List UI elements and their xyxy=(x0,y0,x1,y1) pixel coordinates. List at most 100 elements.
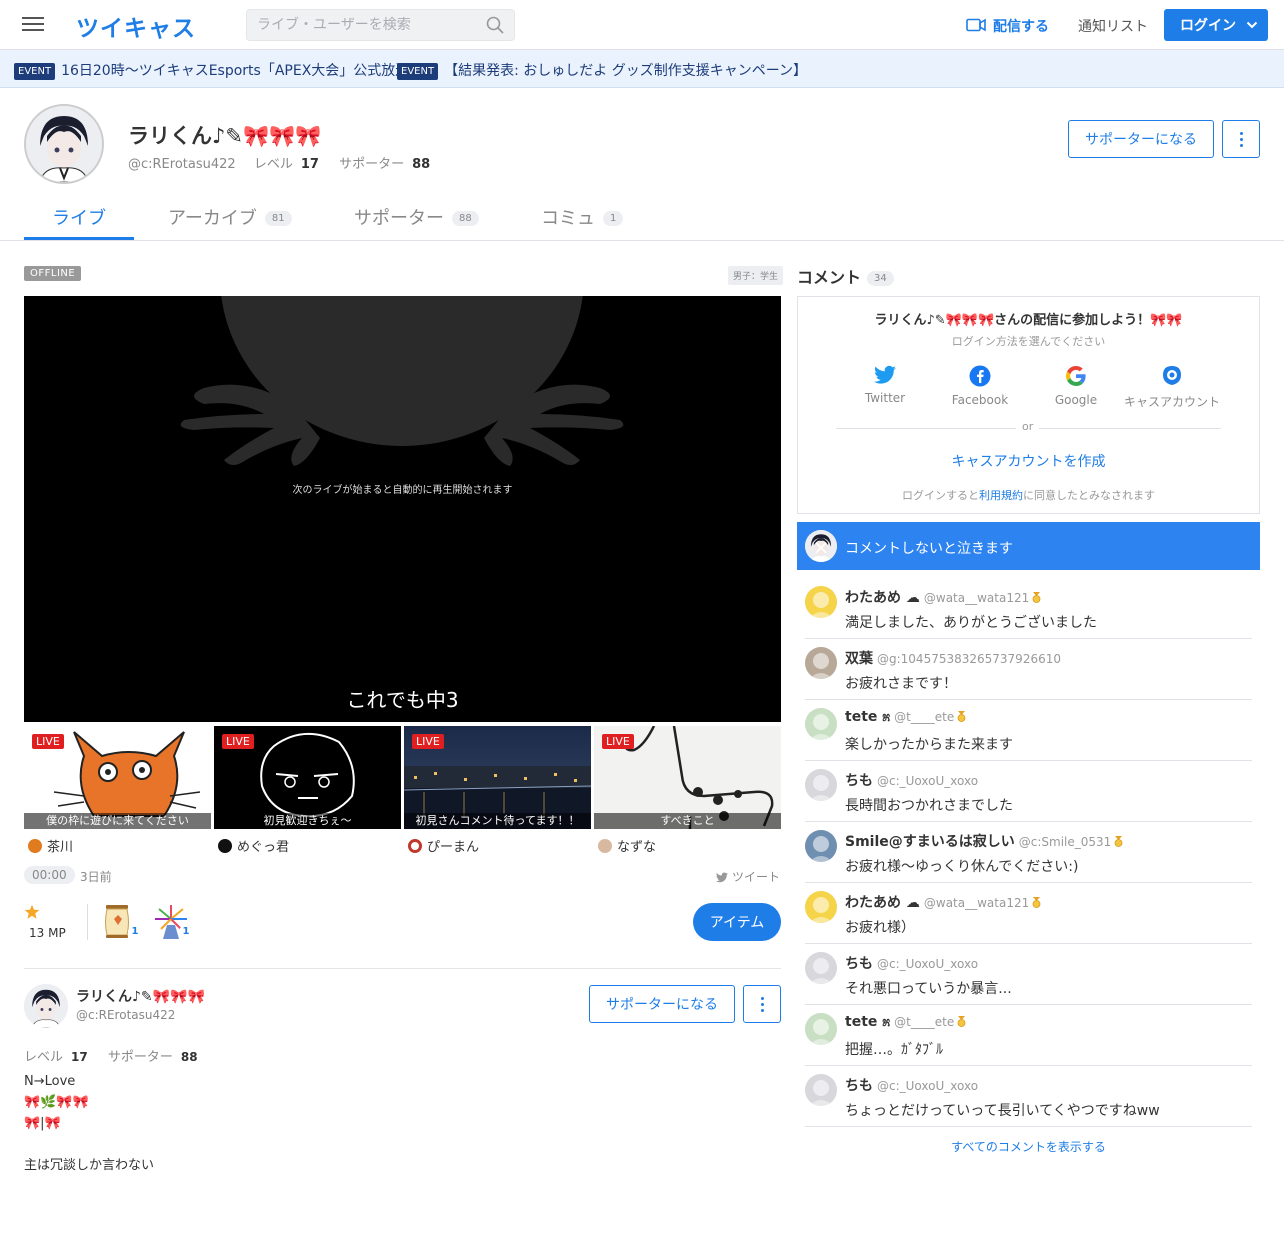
thumb-user[interactable]: 茶川 xyxy=(28,836,73,855)
tab-community[interactable]: コミュ 1 xyxy=(541,204,624,230)
become-supporter-button-secondary[interactable]: サポーターになる xyxy=(589,985,735,1023)
comment-item: ちも @c:_UoxoU_xoxo ちょっとだけっていって長引いてくやつですねww xyxy=(805,1066,1252,1127)
video-player[interactable]: 次のライブが始まると自動的に再生開始されます これでも中3 xyxy=(24,296,781,722)
commenter-avatar[interactable] xyxy=(805,891,837,923)
commenter-name[interactable]: ちも @c:_UoxoU_xoxo xyxy=(845,770,978,790)
live-thumb[interactable]: LIVE 僕の枠に遊びに来てください 茶川 xyxy=(24,726,211,856)
show-all-comments-link[interactable]: すべてのコメントを表示する xyxy=(797,1138,1260,1155)
event-text: 16日20時〜ツイキャスEsports「APEX大会」公式放送 xyxy=(61,63,410,79)
commenter-name[interactable]: わたあめ ☁ @wata__wata121 xyxy=(845,892,1041,912)
commenter-name[interactable]: Smile@すまいるは寂しい @c:Smile_0531 xyxy=(845,831,1123,851)
star-icon xyxy=(24,904,40,919)
tab-supporters[interactable]: サポーター 88 xyxy=(354,204,479,230)
fireworks-item-icon[interactable]: 1 xyxy=(153,903,193,939)
google-login-button[interactable]: Google xyxy=(1021,365,1131,407)
supporter-label: サポーター xyxy=(339,157,405,172)
site-logo[interactable]: ツイキャス xyxy=(76,9,196,43)
menu-icon[interactable] xyxy=(22,14,44,36)
notification-list-link[interactable]: 通知リスト xyxy=(1078,16,1148,36)
commenter-id: @wata__wata121 xyxy=(923,591,1030,605)
tab-archive[interactable]: アーカイブ 81 xyxy=(168,204,292,230)
live-thumb[interactable]: LIVE 初見歓迎きちぇ〜 めぐっ君 xyxy=(214,726,401,856)
commenter-avatar[interactable] xyxy=(805,1074,837,1106)
user-avatar-icon xyxy=(598,839,612,853)
medal-icon xyxy=(1114,836,1123,847)
tab-count: 1 xyxy=(603,211,624,226)
facebook-login-button[interactable]: Facebook xyxy=(925,365,1035,407)
event-badge: EVENT xyxy=(397,63,439,80)
active-tab-indicator xyxy=(24,237,134,240)
comment-item: わたあめ ☁ @wata__wata121 お疲れ様） xyxy=(805,883,1252,944)
commenter-name[interactable]: ちも @c:_UoxoU_xoxo xyxy=(845,1075,978,1095)
become-supporter-button[interactable]: サポーターになる xyxy=(1068,120,1214,158)
commenter-id: @t____ete xyxy=(894,710,955,724)
level-value: 17 xyxy=(300,157,319,172)
event-link-2[interactable]: EVENT 【結果発表: おしゅしだよ グッズ制作支援キャンペーン】 xyxy=(397,60,807,80)
thumb-user[interactable]: ぴーまん xyxy=(408,836,479,855)
commenter-name[interactable]: 双葉 @g:104575383265737926610 xyxy=(845,648,1061,668)
category-badge[interactable]: 男子：学生 xyxy=(728,266,784,285)
login-prompt-title: ラリくん♪✎🎀🎀🎀さんの配信に参加しよう！🎀🎀 xyxy=(874,313,1183,328)
twitter-icon xyxy=(716,872,728,883)
kebab-icon xyxy=(761,997,764,1015)
search-icon[interactable] xyxy=(486,16,504,34)
supporter-count: 88 xyxy=(180,1050,198,1064)
tweet-button[interactable]: ツイート xyxy=(716,868,780,885)
twitter-login-button[interactable]: Twitter xyxy=(830,365,940,405)
commenter-name[interactable]: tete ೫ @t____ete xyxy=(845,709,966,725)
commenter-name[interactable]: わたあめ ☁ @wata__wata121 xyxy=(845,587,1041,607)
commenter-id: @c:_UoxoU_xoxo xyxy=(877,774,979,788)
commenter-avatar[interactable] xyxy=(805,708,837,740)
commenter-avatar[interactable] xyxy=(805,647,837,679)
commenter-avatar[interactable] xyxy=(805,769,837,801)
live-thumb[interactable]: LIVE 初見さんコメント待ってます！！ ぴーまん xyxy=(404,726,591,856)
search-box[interactable] xyxy=(246,9,515,41)
commenter-avatar[interactable] xyxy=(805,830,837,862)
commenter-id: @c:_UoxoU_xoxo xyxy=(877,957,979,971)
profile-meta: @c:RErotasu422 レベル 17 サポーター 88 xyxy=(128,153,446,172)
commenter-avatar[interactable] xyxy=(805,586,837,618)
thumb-title: 初見さんコメント待ってます！！ xyxy=(404,813,591,829)
search-input[interactable] xyxy=(247,10,477,40)
medal-icon xyxy=(957,1016,966,1027)
login-prompt-subtitle: ログイン方法を選んでください xyxy=(951,335,1106,348)
stream-duration: 00:00 xyxy=(24,866,75,884)
commenter-name[interactable]: tete ೫ @t____ete xyxy=(845,1014,966,1030)
profile-avatar-small[interactable] xyxy=(24,984,68,1028)
bio-line: N→Love xyxy=(24,1074,76,1089)
commenter-avatar[interactable] xyxy=(805,952,837,984)
commenter-name[interactable]: ちも @c:_UoxoU_xoxo xyxy=(845,953,978,973)
live-thumb[interactable]: LIVE すべきこと なずな xyxy=(594,726,781,856)
pinned-comment: コメントしないと泣きます xyxy=(797,522,1260,570)
comment-text: それ悪口っていうか暴言... xyxy=(845,981,1012,997)
terms-link[interactable]: 利用規約 xyxy=(979,489,1023,502)
twitcasting-account-login-button[interactable]: キャスアカウント xyxy=(1117,365,1227,410)
profile-name-secondary: ラリくん♪✎🎀🎀🎀 xyxy=(76,989,205,1005)
thumb-user[interactable]: なずな xyxy=(598,836,656,855)
comment-text: ちょっとだけっていって長引いてくやつですねww xyxy=(845,1103,1160,1119)
create-account-link[interactable]: キャスアカウントを作成 xyxy=(798,451,1259,471)
more-options-button[interactable] xyxy=(1222,120,1260,158)
profile-id: @c:RErotasu422 xyxy=(128,157,236,172)
commenter-avatar[interactable] xyxy=(805,1013,837,1045)
item-button[interactable]: アイテム xyxy=(693,903,781,941)
comment-text: 把握…。ｶﾞﾀﾌﾞﾙ xyxy=(845,1042,943,1058)
event-link-1[interactable]: EVENT 16日20時〜ツイキャスEsports「APEX大会」公式放送 xyxy=(14,60,409,80)
comment-item: tete ೫ @t____ete 楽しかったからまた来ます xyxy=(805,700,1252,761)
more-options-button-secondary[interactable] xyxy=(743,985,781,1023)
comment-text: お疲れ様〜ゆっくり休んでください:) xyxy=(845,859,1079,875)
bio-line xyxy=(24,1134,154,1155)
comment-item: Smile@すまいるは寂しい @c:Smile_0531 お疲れ様〜ゆっくり休んでく… xyxy=(805,822,1252,883)
login-button[interactable]: ログイン xyxy=(1164,9,1268,41)
event-bar: EVENT 16日20時〜ツイキャスEsports「APEX大会」公式放送 EVE… xyxy=(0,50,1284,88)
stream-time-ago: 3日前 xyxy=(80,870,112,884)
tab-live[interactable]: ライブ xyxy=(52,204,106,230)
divider xyxy=(87,904,88,940)
thumb-user[interactable]: めぐっ君 xyxy=(218,836,289,855)
profile-avatar[interactable] xyxy=(24,104,104,184)
bio-line: 🎀🌿🎀🎀 xyxy=(24,1095,89,1110)
status-badge: OFFLINE xyxy=(24,266,82,281)
profile-tabs: ライブ アーカイブ 81 サポーター 88 コミュ 1 xyxy=(0,196,1284,241)
commenter-id: @t____ete xyxy=(894,1015,955,1029)
lantern-item-icon[interactable]: 1 xyxy=(102,903,142,939)
